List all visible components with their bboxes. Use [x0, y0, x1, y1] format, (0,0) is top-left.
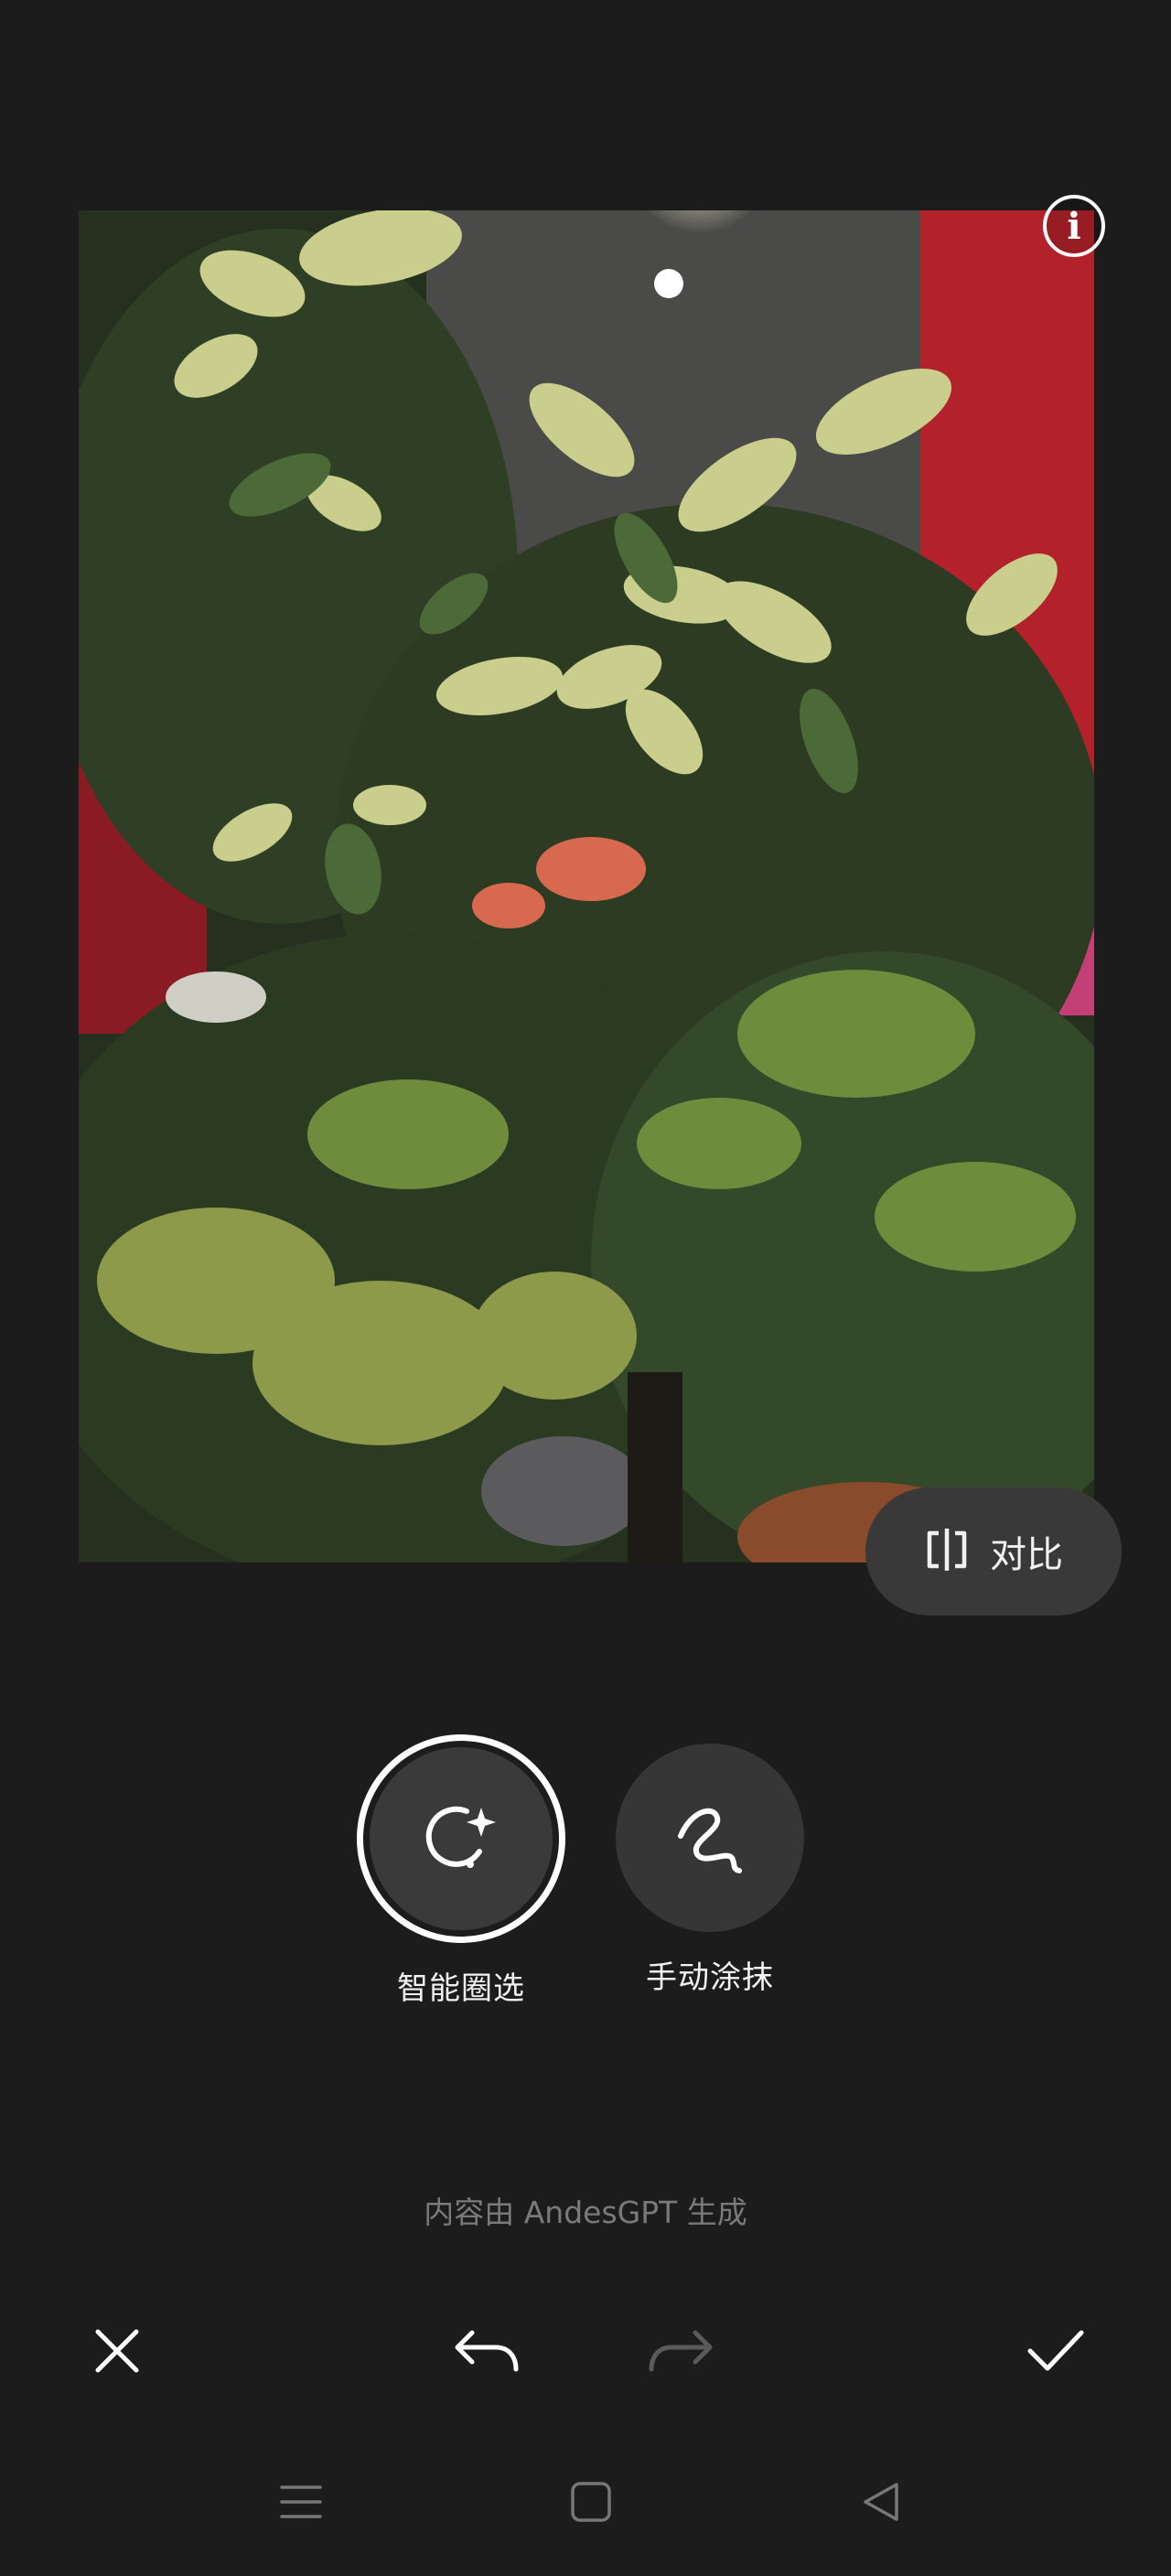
- redo-button[interactable]: [635, 2307, 726, 2399]
- tool-smart-select-label: 智能圈选: [397, 1970, 525, 2007]
- confirm-button[interactable]: [1010, 2307, 1101, 2399]
- photo-canvas[interactable]: [79, 210, 1094, 1562]
- tool-disc: [370, 1747, 553, 1930]
- nav-back-button[interactable]: [840, 2463, 922, 2545]
- tool-manual-brush-label: 手动涂抹: [646, 1959, 774, 1996]
- undo-icon: [452, 2327, 521, 2378]
- compare-button[interactable]: 对比: [865, 1487, 1122, 1615]
- nav-menu-button[interactable]: [260, 2463, 342, 2545]
- nav-home-button[interactable]: [550, 2463, 632, 2545]
- redo-icon: [646, 2327, 715, 2378]
- menu-icon: [280, 2481, 322, 2527]
- close-button[interactable]: [71, 2307, 163, 2399]
- ai-credit-text: 内容由 AndesGPT 生成: [424, 2195, 747, 2230]
- back-triangle-icon: [860, 2481, 902, 2527]
- check-icon: [1026, 2327, 1086, 2378]
- undo-button[interactable]: [441, 2307, 532, 2399]
- close-icon: [92, 2326, 142, 2379]
- info-button[interactable]: i: [1043, 195, 1105, 257]
- smart-lasso-sparkle-icon: [419, 1795, 503, 1883]
- tool-selected-ring: [357, 1734, 565, 1943]
- compare-split-icon: [924, 1529, 970, 1574]
- plant-photo: [79, 210, 1094, 1562]
- manual-brush-squiggle-icon: [671, 1798, 748, 1878]
- tool-smart-select[interactable]: 智能圈选: [346, 1734, 576, 2008]
- compare-label: 对比: [990, 1534, 1063, 1576]
- tool-manual-brush[interactable]: 手动涂抹: [595, 1744, 825, 1997]
- home-square-icon: [570, 2481, 612, 2527]
- tool-disc: [616, 1744, 804, 1932]
- info-icon: i: [1067, 204, 1081, 248]
